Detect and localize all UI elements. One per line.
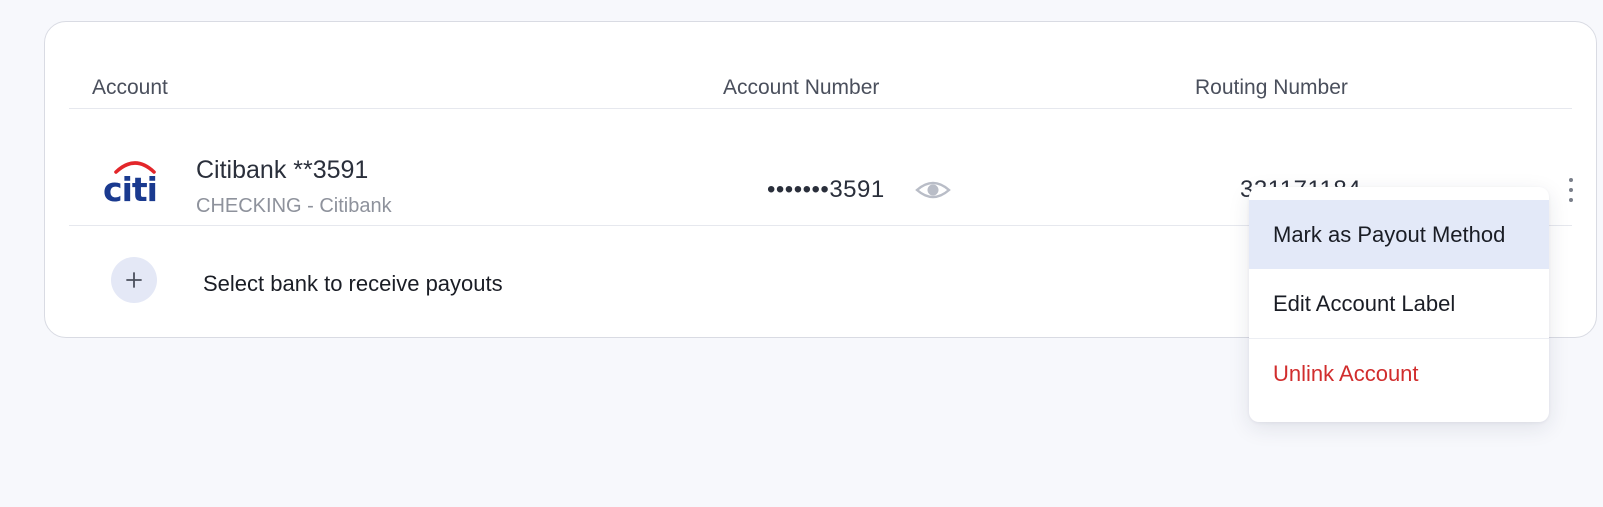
more-vertical-icon[interactable] [1561, 174, 1581, 206]
column-header-account: Account [92, 76, 168, 99]
menu-item-unlink-account[interactable]: Unlink Account [1249, 339, 1549, 408]
bank-account-name: Citibank **3591 [196, 156, 369, 184]
header-divider [69, 108, 1572, 109]
add-bank-label[interactable]: Select bank to receive payouts [203, 271, 503, 297]
column-header-account-number: Account Number [723, 76, 880, 99]
bank-account-type: CHECKING - Citibank [196, 195, 392, 217]
eye-icon[interactable] [915, 177, 951, 203]
menu-item-edit-account-label[interactable]: Edit Account Label [1249, 269, 1549, 338]
citibank-logo: citi [103, 161, 158, 209]
plus-icon [126, 272, 142, 288]
account-actions-menu: Mark as Payout Method Edit Account Label… [1249, 187, 1549, 422]
add-bank-button[interactable] [111, 257, 157, 303]
menu-item-mark-payout-method[interactable]: Mark as Payout Method [1249, 200, 1549, 269]
citibank-logo-text: citi [103, 170, 157, 209]
account-number-masked: •••••••3591 [767, 176, 885, 203]
column-header-routing-number: Routing Number [1195, 76, 1348, 99]
